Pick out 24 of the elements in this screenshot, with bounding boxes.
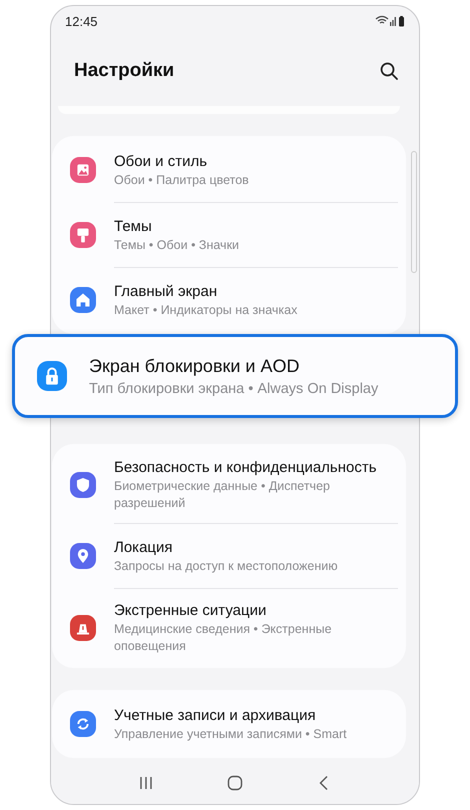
setting-summary: Обои • Палитра цветов [114, 172, 249, 189]
home-button-icon[interactable] [226, 775, 243, 791]
search-icon[interactable] [379, 61, 399, 81]
setting-summary: Темы • Обои • Значки [114, 237, 240, 254]
highlighted-setting[interactable]: Экран блокировки и AOD Тип блокировки экрана • Always On Display [12, 334, 458, 418]
setting-summary: Тип блокировки экрана • Always On Display [89, 380, 378, 399]
scrollbar[interactable] [411, 151, 417, 273]
setting-title[interactable]: Обои и стиль [114, 151, 249, 172]
setting-summary: Запросы на доступ к местоположению [114, 558, 338, 575]
status-icons [375, 15, 405, 27]
setting-title[interactable]: Локация [114, 537, 338, 558]
recent-apps-icon[interactable] [138, 775, 154, 791]
page-title: Настройки [74, 60, 174, 82]
setting-summary: Биометрические данные • Диспетчер разрешений [114, 478, 331, 512]
setting-title[interactable]: Главный экран [114, 281, 298, 302]
status-time: 12:45 [65, 14, 98, 28]
setting-summary: Медицинские сведения • Экстренные оповещения [114, 621, 333, 655]
setting-title: Экран блокировки и AOD [89, 355, 300, 378]
setting-title[interactable]: Безопасность и конфиденциальность [114, 457, 392, 478]
setting-summary: Управление учетными записями • Smart [114, 726, 347, 743]
setting-title[interactable]: Учетные записи и архивация [114, 705, 347, 726]
setting-title[interactable]: Темы [114, 216, 240, 237]
setting-title[interactable]: Экстренные ситуации [114, 600, 392, 621]
setting-summary: Макет • Индикаторы на значках [114, 302, 298, 319]
